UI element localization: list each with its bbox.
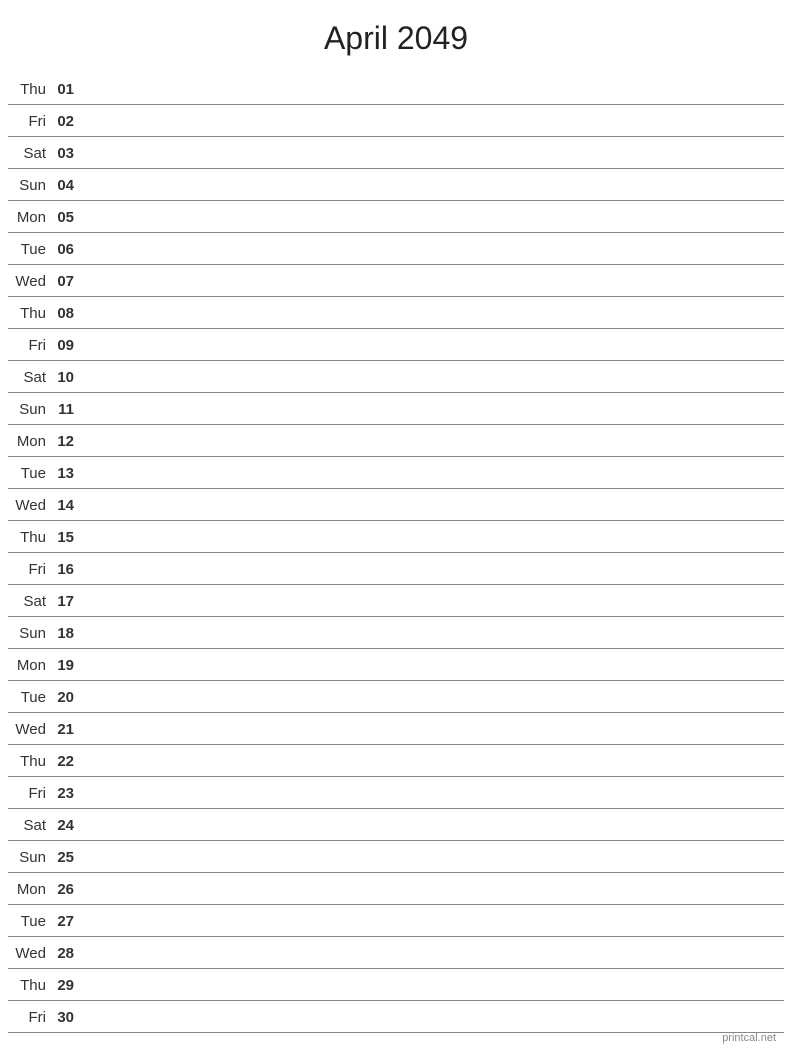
day-name: Fri [8,337,50,356]
calendar-row: Sun11 [8,393,784,425]
calendar-row: Sat24 [8,809,784,841]
day-name: Sun [8,177,50,196]
calendar-row: Wed21 [8,713,784,745]
day-name: Thu [8,529,50,548]
calendar-row: Tue06 [8,233,784,265]
calendar-row: Thu15 [8,521,784,553]
calendar-row: Fri09 [8,329,784,361]
calendar-row: Sat10 [8,361,784,393]
calendar-row: Mon12 [8,425,784,457]
day-name: Thu [8,753,50,772]
day-number: 30 [50,1009,82,1028]
day-number: 20 [50,689,82,708]
day-name: Tue [8,465,50,484]
calendar-row: Mon19 [8,649,784,681]
day-number: 15 [50,529,82,548]
calendar-row: Thu29 [8,969,784,1001]
day-number: 25 [50,849,82,868]
day-name: Sat [8,817,50,836]
day-name: Sat [8,369,50,388]
day-number: 10 [50,369,82,388]
calendar-row: Fri30 [8,1001,784,1033]
day-name: Fri [8,113,50,132]
day-name: Mon [8,433,50,452]
day-number: 24 [50,817,82,836]
day-number: 09 [50,337,82,356]
day-number: 02 [50,113,82,132]
day-name: Wed [8,273,50,292]
day-name: Tue [8,689,50,708]
calendar-row: Tue13 [8,457,784,489]
calendar-row: Thu22 [8,745,784,777]
day-number: 23 [50,785,82,804]
day-number: 04 [50,177,82,196]
day-number: 29 [50,977,82,996]
calendar-row: Tue27 [8,905,784,937]
calendar-list: Thu01Fri02Sat03Sun04Mon05Tue06Wed07Thu08… [0,73,792,1033]
calendar-row: Wed14 [8,489,784,521]
day-number: 01 [50,81,82,100]
day-number: 27 [50,913,82,932]
day-name: Sun [8,625,50,644]
day-number: 21 [50,721,82,740]
calendar-row: Fri02 [8,105,784,137]
day-number: 08 [50,305,82,324]
day-name: Fri [8,561,50,580]
calendar-row: Mon05 [8,201,784,233]
day-name: Sat [8,593,50,612]
day-number: 11 [50,401,82,420]
calendar-row: Tue20 [8,681,784,713]
page-title: April 2049 [0,0,792,73]
day-name: Sat [8,145,50,164]
footer-text: printcal.net [722,1032,776,1044]
calendar-row: Thu01 [8,73,784,105]
day-name: Fri [8,1009,50,1028]
day-number: 12 [50,433,82,452]
day-name: Tue [8,241,50,260]
calendar-row: Fri23 [8,777,784,809]
day-name: Thu [8,305,50,324]
day-name: Wed [8,497,50,516]
day-name: Wed [8,721,50,740]
calendar-row: Sun25 [8,841,784,873]
day-number: 28 [50,945,82,964]
day-number: 18 [50,625,82,644]
calendar-row: Mon26 [8,873,784,905]
calendar-row: Sun04 [8,169,784,201]
day-name: Wed [8,945,50,964]
day-number: 16 [50,561,82,580]
calendar-row: Fri16 [8,553,784,585]
day-name: Tue [8,913,50,932]
calendar-row: Sat17 [8,585,784,617]
day-number: 03 [50,145,82,164]
day-number: 19 [50,657,82,676]
day-number: 17 [50,593,82,612]
calendar-row: Wed07 [8,265,784,297]
calendar-row: Wed28 [8,937,784,969]
calendar-row: Sun18 [8,617,784,649]
day-number: 13 [50,465,82,484]
day-name: Mon [8,881,50,900]
day-number: 22 [50,753,82,772]
day-name: Mon [8,657,50,676]
day-number: 05 [50,209,82,228]
day-number: 07 [50,273,82,292]
day-name: Mon [8,209,50,228]
day-name: Thu [8,977,50,996]
calendar-row: Thu08 [8,297,784,329]
day-number: 14 [50,497,82,516]
day-name: Sun [8,849,50,868]
day-number: 06 [50,241,82,260]
day-number: 26 [50,881,82,900]
day-name: Sun [8,401,50,420]
day-name: Thu [8,81,50,100]
calendar-row: Sat03 [8,137,784,169]
day-name: Fri [8,785,50,804]
